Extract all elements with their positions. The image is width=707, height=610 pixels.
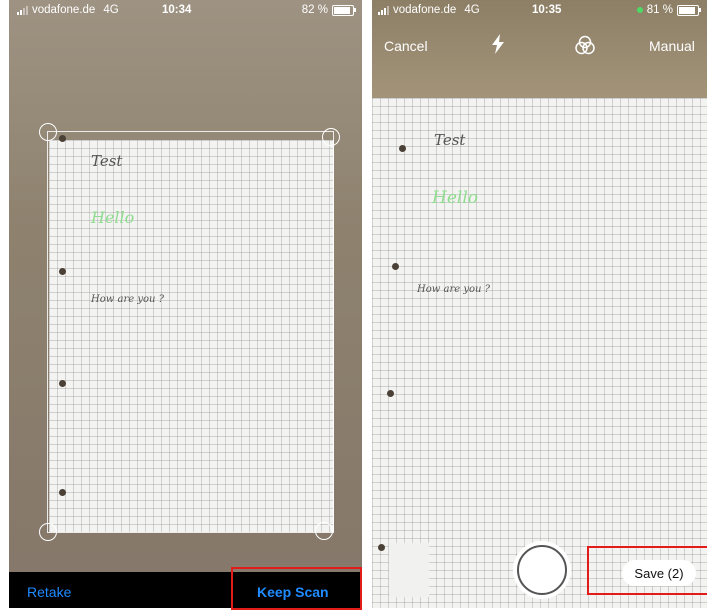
status-bar: vodafone.de 4G 10:34 82 %	[9, 0, 362, 22]
cancel-button[interactable]: Cancel	[384, 38, 428, 54]
battery-percent: 82 %	[301, 4, 328, 16]
handwriting-question: How are you ?	[417, 284, 490, 295]
carrier-name: vodafone.de	[393, 4, 457, 16]
filters-icon[interactable]	[575, 35, 595, 58]
battery-status: 82 %	[301, 4, 356, 16]
battery-percent: 81 %	[646, 4, 673, 16]
signal-icon	[378, 5, 389, 15]
battery-status: 81 %	[636, 4, 701, 16]
flash-icon[interactable]	[490, 33, 506, 58]
status-bar: vodafone.de 4G 10:35 81 %	[372, 0, 707, 22]
carrier-info: vodafone.de 4G	[378, 4, 480, 16]
carrier-name: vodafone.de	[32, 4, 96, 16]
network-type: 4G	[464, 4, 480, 16]
crop-handle-top-left[interactable]	[39, 123, 57, 141]
crop-handle-bottom-left[interactable]	[39, 523, 57, 541]
crop-handle-top-right[interactable]	[322, 128, 340, 146]
left-screen: vodafone.de 4G 10:34 82 % Test Hello How…	[9, 0, 362, 608]
crop-frame	[47, 131, 334, 533]
crop-handle-bottom-right[interactable]	[315, 522, 333, 540]
network-type: 4G	[103, 4, 119, 16]
highlight-box	[587, 546, 707, 595]
clock: 10:34	[162, 4, 192, 16]
battery-icon	[677, 4, 701, 16]
clock: 10:35	[532, 4, 562, 16]
punch-hole	[392, 263, 399, 270]
punch-hole	[399, 145, 406, 152]
retake-button[interactable]: Retake	[27, 584, 71, 600]
scan-thumbnail[interactable]	[389, 543, 429, 597]
manual-mode-button[interactable]: Manual	[649, 38, 695, 54]
handwriting-hello: Hello	[432, 188, 478, 208]
punch-hole	[378, 544, 385, 551]
signal-icon	[17, 5, 28, 15]
shutter-button[interactable]	[513, 541, 571, 599]
punch-hole	[387, 390, 394, 397]
highlight-box	[231, 567, 362, 610]
right-screen: Test Hello How are you ? vodafone.de 4G …	[372, 0, 707, 608]
handwriting-test: Test	[434, 131, 466, 149]
carrier-info: vodafone.de 4G	[17, 4, 119, 16]
charging-indicator-icon	[636, 7, 643, 13]
document-in-view: Test Hello How are you ?	[372, 98, 707, 608]
camera-top-bar: Cancel Manual	[372, 22, 707, 64]
battery-icon	[332, 4, 356, 16]
